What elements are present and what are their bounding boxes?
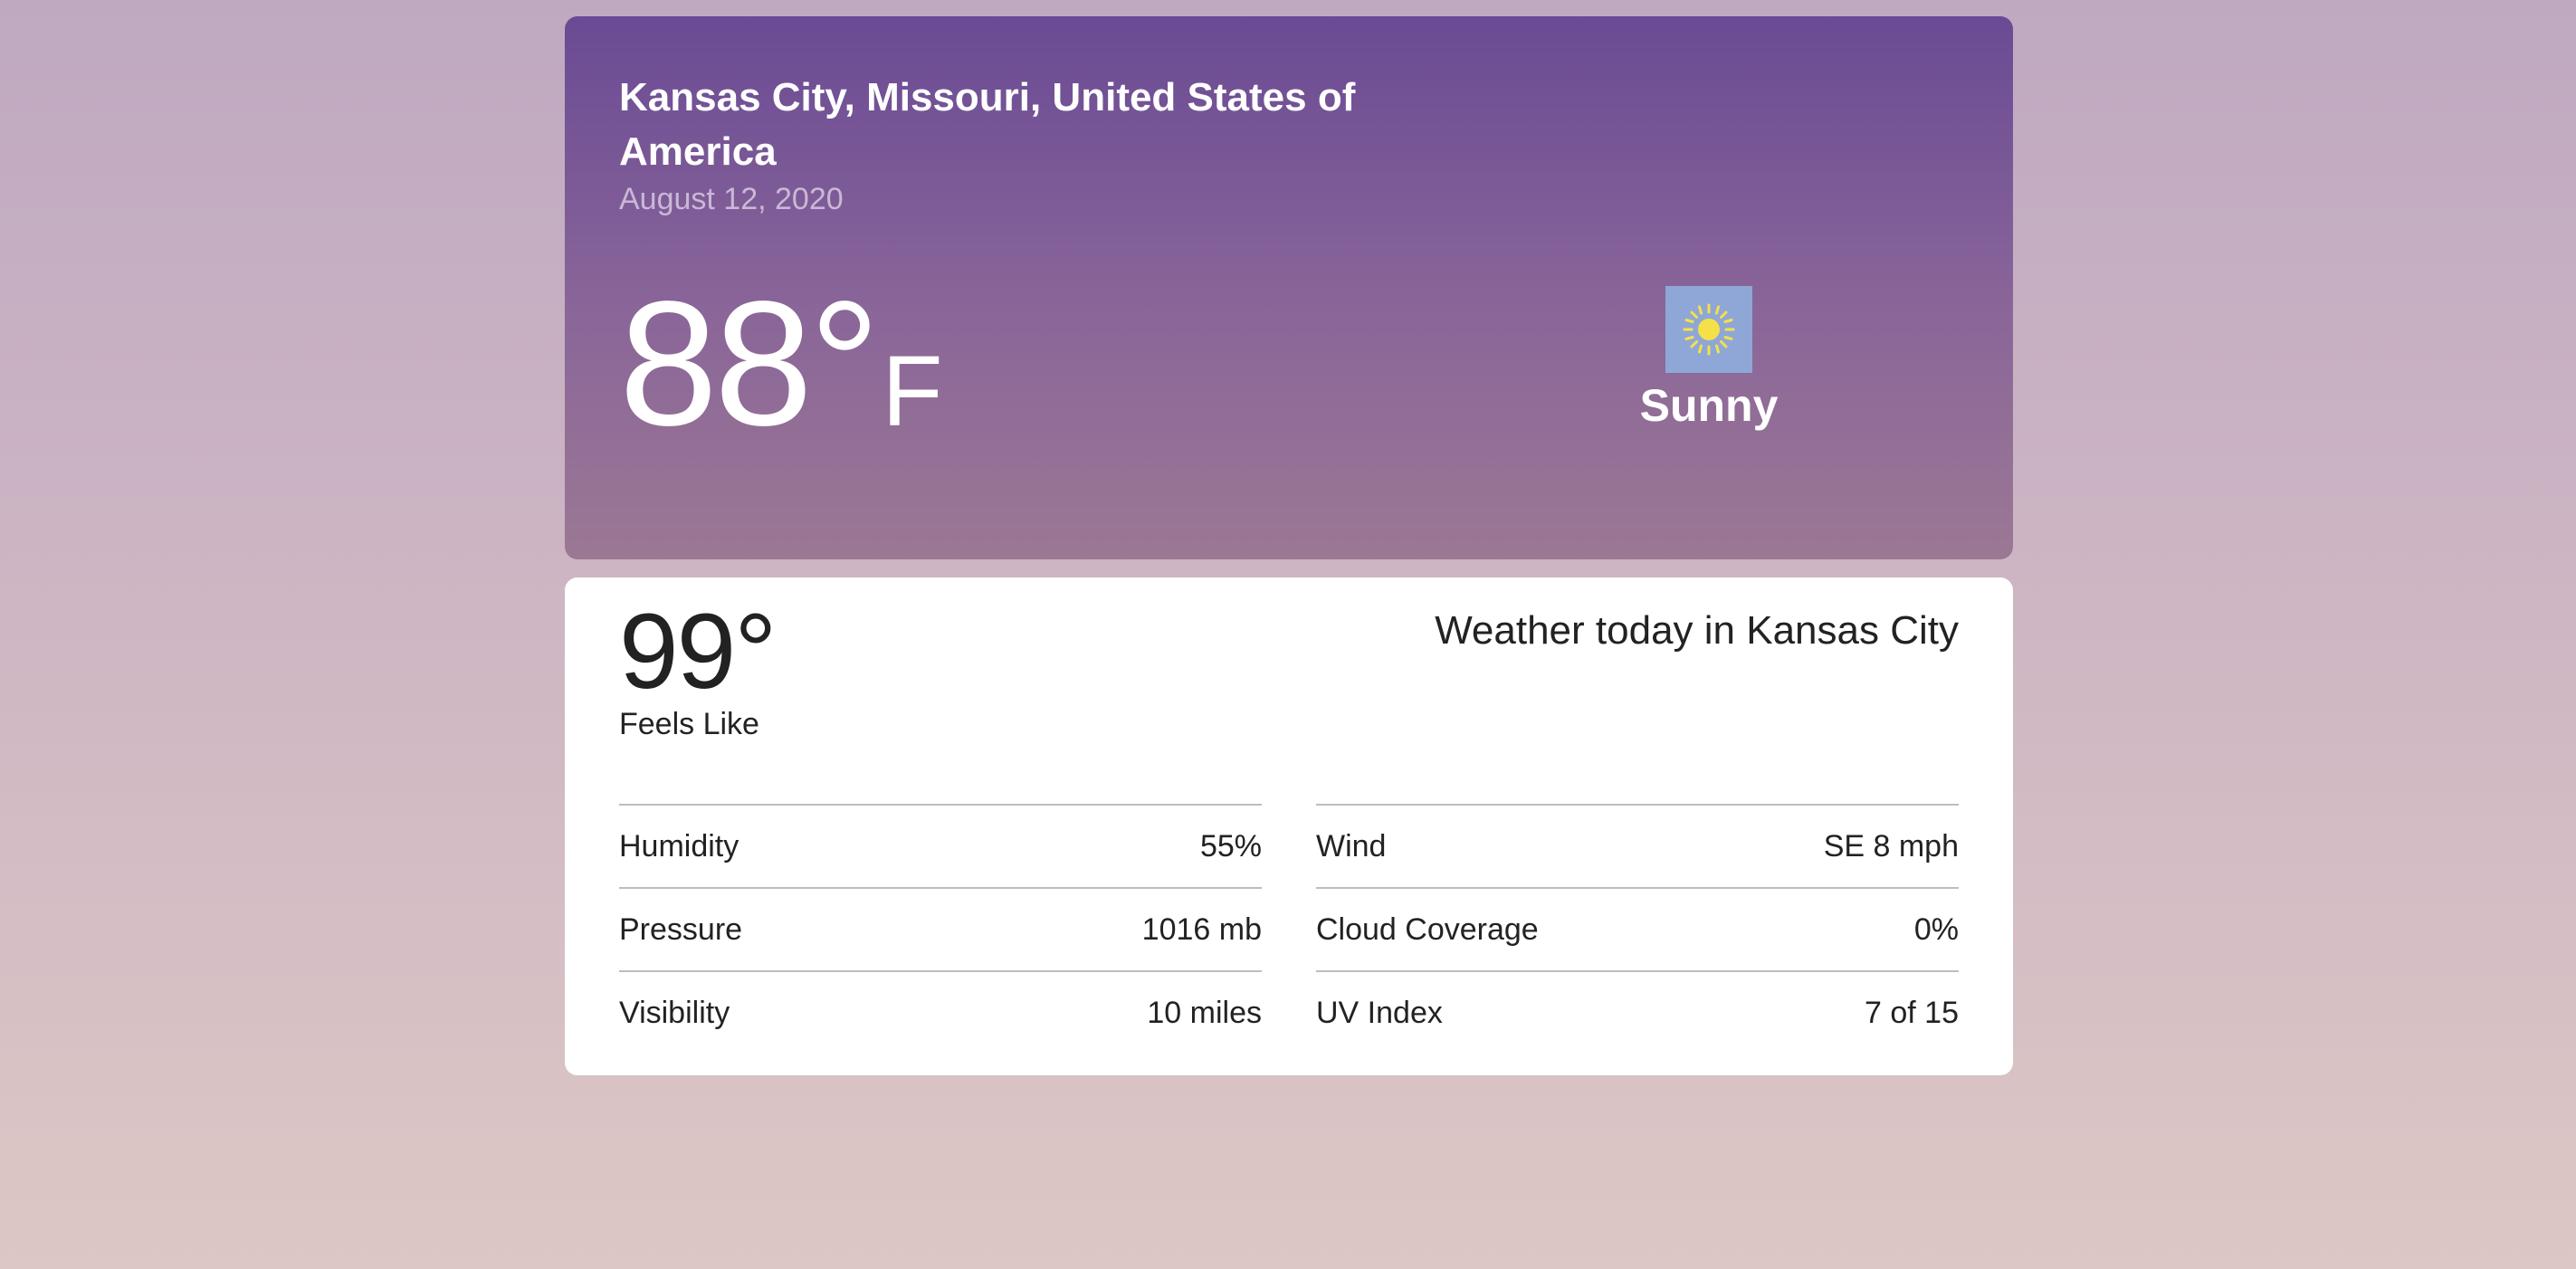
stat-row-pressure: Pressure 1016 mb <box>619 887 1262 970</box>
sun-icon <box>1665 286 1752 373</box>
stat-row-uv-index: UV Index 7 of 15 <box>1316 970 1959 1054</box>
stat-row-visibility: Visibility 10 miles <box>619 970 1262 1054</box>
weather-details-card: 99° Feels Like Weather today in Kansas C… <box>565 577 2013 1075</box>
stat-label: Cloud Coverage <box>1316 911 1539 947</box>
stat-row-cloud-coverage: Cloud Coverage 0% <box>1316 887 1959 970</box>
details-title: Weather today in Kansas City <box>1435 608 1959 653</box>
sun-icon-graphic <box>1683 303 1735 356</box>
stats-column-right: Wind SE 8 mph Cloud Coverage 0% UV Index… <box>1316 804 1959 1054</box>
stat-value: 10 miles <box>1147 995 1262 1030</box>
stat-label: UV Index <box>1316 995 1443 1030</box>
stat-row-humidity: Humidity 55% <box>619 804 1262 887</box>
stat-row-wind: Wind SE 8 mph <box>1316 804 1959 887</box>
temperature-display: 88° F <box>619 275 943 453</box>
stat-value: 55% <box>1199 828 1262 863</box>
temperature-unit: F <box>882 336 943 447</box>
stat-value: 1016 mb <box>1141 911 1262 947</box>
stat-value: SE 8 mph <box>1823 828 1959 863</box>
stat-label: Pressure <box>619 911 743 947</box>
stats-grid: Humidity 55% Pressure 1016 mb Visibility… <box>619 804 1959 1054</box>
stat-value: 7 of 15 <box>1865 995 1959 1030</box>
date-label: August 12, 2020 <box>619 182 844 216</box>
stat-value: 0% <box>1913 911 1959 947</box>
feels-like-block: 99° Feels Like <box>619 592 777 742</box>
current-weather-card: Kansas City, Missouri, United States of … <box>565 16 2013 559</box>
condition-block: Sunny <box>1620 286 1798 433</box>
location-title: Kansas City, Missouri, United States of … <box>619 75 1356 174</box>
stats-column-left: Humidity 55% Pressure 1016 mb Visibility… <box>619 804 1262 1054</box>
feels-like-value: 99° <box>619 592 777 711</box>
condition-label: Sunny <box>1639 380 1779 431</box>
stat-label: Humidity <box>619 828 739 863</box>
feels-like-label: Feels Like <box>619 707 759 741</box>
stat-label: Wind <box>1316 828 1387 863</box>
temperature-value: 88° <box>619 264 880 463</box>
stat-label: Visibility <box>619 995 730 1030</box>
